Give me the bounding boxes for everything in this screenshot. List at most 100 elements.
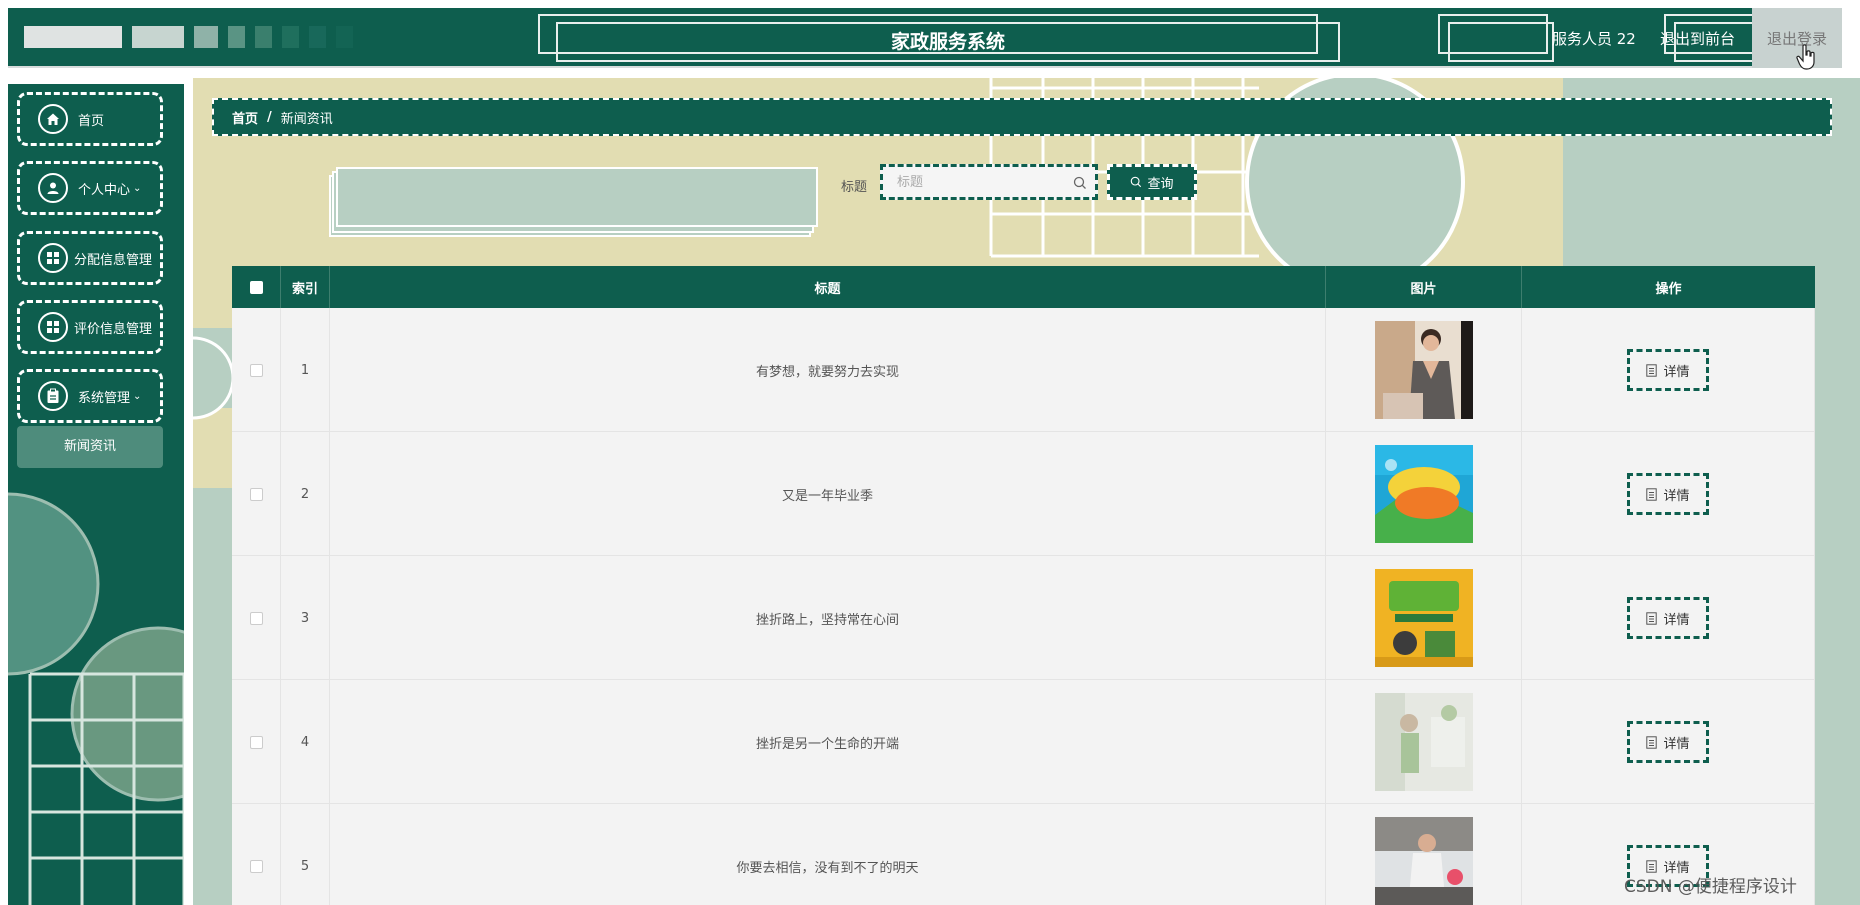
news-table: 索引 标题 图片 操作 1 有梦想，就要努力去实现 详情 2 又是一年毕业季 详… xyxy=(232,266,1815,905)
sidebar-item-personal-center[interactable]: 个人中心 ⌄ xyxy=(17,161,163,215)
document-icon xyxy=(1646,611,1658,625)
row-title: 又是一年毕业季 xyxy=(330,432,1326,556)
blurred-cleaning-photo[interactable] xyxy=(1374,693,1473,791)
detail-button-label: 详情 xyxy=(1663,488,1690,504)
row-checkbox[interactable] xyxy=(249,735,263,749)
table-row: 4 挫折是另一个生命的开端 详情 xyxy=(232,680,1815,804)
housekeeping-service-poster[interactable] xyxy=(1374,569,1473,667)
row-select-cell xyxy=(232,804,281,905)
sidebar-item-home[interactable]: 首页 xyxy=(17,92,163,146)
breadcrumb-current: 新闻资讯 xyxy=(280,111,333,127)
table-row: 3 挫折路上，坚持常在心间 详情 xyxy=(232,556,1815,680)
row-image-cell xyxy=(1326,556,1522,680)
row-image-cell xyxy=(1326,308,1522,432)
header-actions: 操作 xyxy=(1655,281,1682,297)
sidebar-subitem-news[interactable]: 新闻资讯 xyxy=(17,426,163,468)
logo-placeholder xyxy=(24,26,353,48)
clipboard-icon xyxy=(38,381,68,411)
table-row: 5 你要去相信，没有到不了的明天 详情 xyxy=(232,804,1815,905)
row-checkbox[interactable] xyxy=(249,611,263,625)
search-icon xyxy=(1073,176,1086,189)
row-index: 3 xyxy=(281,556,330,680)
current-user-label: 服务人员 22 xyxy=(1552,30,1636,48)
header-index: 索引 xyxy=(281,266,330,308)
main-content: 首页 / 新闻资讯 标题 查询 索引 标题 图片 操作 1 xyxy=(193,78,1860,905)
app-root: 家政服务系统 服务人员 22 退出到前台 退出登录 首页 个人中心 ⌄ 分配信息… xyxy=(0,0,1860,905)
sidebar: 首页 个人中心 ⌄ 分配信息管理 评价信息管理 系统管理 ⌄ 新闻资讯 xyxy=(8,84,184,905)
row-select-cell xyxy=(232,680,281,804)
title-search-input[interactable] xyxy=(883,167,1095,197)
sidebar-item-label: 系统管理 xyxy=(78,390,131,406)
kitchen-cleaning-photo[interactable] xyxy=(1374,817,1473,905)
housekeeper-photo[interactable] xyxy=(1374,321,1473,419)
row-title: 挫折是另一个生命的开端 xyxy=(330,680,1326,804)
sidebar-item-evaluation-management[interactable]: 评价信息管理 xyxy=(17,300,163,354)
detail-button[interactable]: 详情 xyxy=(1627,597,1709,639)
user-frame-decoration xyxy=(1448,22,1554,62)
row-checkbox[interactable] xyxy=(249,363,263,377)
header-title: 标题 xyxy=(330,266,1326,308)
document-icon xyxy=(1646,735,1658,749)
document-icon xyxy=(1646,859,1658,873)
row-select-cell xyxy=(232,308,281,432)
detail-button[interactable]: 详情 xyxy=(1627,473,1709,515)
row-index: 1 xyxy=(281,308,330,432)
sidebar-item-label: 评价信息管理 xyxy=(74,321,153,337)
top-header: 家政服务系统 服务人员 22 退出到前台 退出登录 xyxy=(8,8,1842,70)
detail-button[interactable]: 详情 xyxy=(1627,349,1709,391)
detail-button[interactable]: 详情 xyxy=(1627,721,1709,763)
sidebar-item-label: 首页 xyxy=(78,113,105,129)
detail-button-label: 详情 xyxy=(1663,612,1690,628)
hand-cursor-icon xyxy=(1796,44,1815,70)
table-header: 索引 标题 图片 操作 xyxy=(232,266,1815,308)
home-icon xyxy=(38,104,68,134)
row-actions-cell: 详情 xyxy=(1522,680,1815,804)
sidebar-item-label: 分配信息管理 xyxy=(74,252,153,268)
detail-button-label: 详情 xyxy=(1663,736,1690,752)
row-index: 2 xyxy=(281,432,330,556)
chevron-down-icon: ⌄ xyxy=(133,182,142,194)
row-title: 有梦想，就要努力去实现 xyxy=(330,308,1326,432)
row-checkbox[interactable] xyxy=(249,859,263,873)
grid-icon xyxy=(38,243,68,273)
app-title: 家政服务系统 xyxy=(890,31,1005,53)
breadcrumb: 首页 / 新闻资讯 xyxy=(212,98,1832,136)
row-image-cell xyxy=(1326,804,1522,905)
detail-button-label: 详情 xyxy=(1663,364,1690,380)
header-image: 图片 xyxy=(1326,266,1522,308)
row-image-cell xyxy=(1326,432,1522,556)
exit-to-frontend-link[interactable]: 退出到前台 xyxy=(1660,28,1735,49)
search-button-label: 查询 xyxy=(1147,176,1174,192)
select-all-checkbox[interactable] xyxy=(249,280,263,294)
row-index: 5 xyxy=(281,804,330,905)
row-title: 你要去相信，没有到不了的明天 xyxy=(330,804,1326,905)
breadcrumb-home[interactable]: 首页 xyxy=(232,108,258,127)
housekeeping-service-banner[interactable] xyxy=(1374,445,1473,543)
sidebar-item-label: 个人中心 xyxy=(78,182,131,198)
sidebar-item-assignment-management[interactable]: 分配信息管理 xyxy=(17,231,163,285)
title-search-field[interactable] xyxy=(880,164,1098,200)
row-select-cell xyxy=(232,432,281,556)
chevron-down-icon: ⌄ xyxy=(133,390,142,402)
row-select-cell xyxy=(232,556,281,680)
row-actions-cell: 详情 xyxy=(1522,556,1815,680)
row-actions-cell: 详情 xyxy=(1522,308,1815,432)
sidebar-item-system-management[interactable]: 系统管理 ⌄ xyxy=(17,369,163,423)
row-title: 挫折路上，坚持常在心间 xyxy=(330,556,1326,680)
document-icon xyxy=(1646,363,1658,377)
search-icon xyxy=(1131,176,1142,188)
document-icon xyxy=(1646,487,1658,501)
breadcrumb-separator: / xyxy=(267,109,272,125)
user-icon xyxy=(38,173,68,203)
watermark: CSDN @便捷程序设计 xyxy=(1624,877,1797,897)
row-actions-cell: 详情 xyxy=(1522,432,1815,556)
select-all-cell xyxy=(232,266,281,308)
row-checkbox[interactable] xyxy=(249,487,263,501)
row-index: 4 xyxy=(281,680,330,804)
table-row: 1 有梦想，就要努力去实现 详情 xyxy=(232,308,1815,432)
row-image-cell xyxy=(1326,680,1522,804)
search-button[interactable]: 查询 xyxy=(1107,164,1197,200)
table-row: 2 又是一年毕业季 详情 xyxy=(232,432,1815,556)
search-label: 标题 xyxy=(841,180,868,195)
grid-icon xyxy=(38,312,68,342)
